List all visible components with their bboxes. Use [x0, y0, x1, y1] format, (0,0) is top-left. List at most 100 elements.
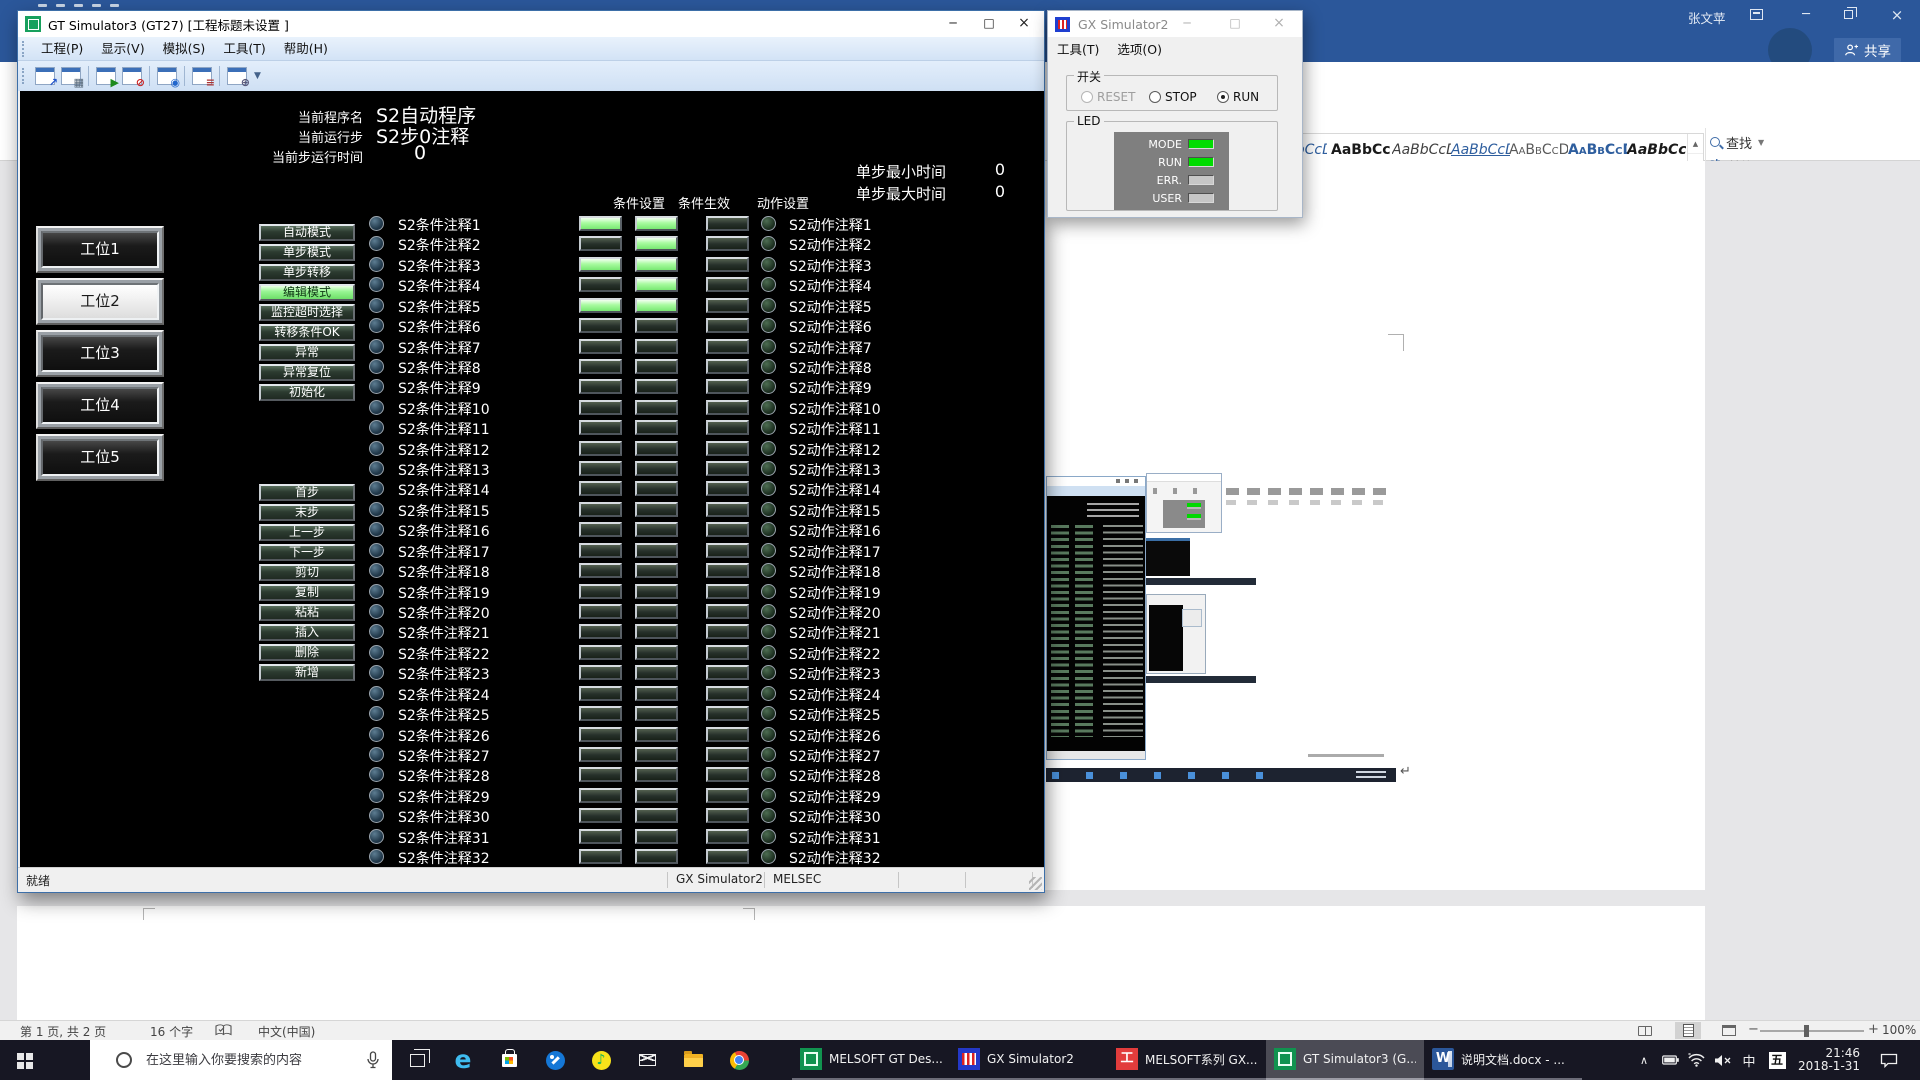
taskbar-file-explorer-button[interactable] — [670, 1040, 716, 1080]
toolbar-overflow-icon[interactable]: ▼ — [254, 71, 261, 81]
document-page-2[interactable] — [17, 906, 1705, 1020]
resize-grip[interactable] — [1029, 877, 1042, 890]
gt-stop-simulation-icon[interactable]: ⊘ — [122, 67, 142, 85]
gt-start-simulation-icon[interactable]: ▶ — [96, 67, 116, 85]
gx-title-bar[interactable]: GX Simulator2 ─ □ × — [1048, 11, 1302, 37]
switch-radio-run[interactable]: RUN — [1217, 90, 1259, 104]
taskbar-app-melsoft-gt-designer[interactable]: MELSOFT GT Des... — [792, 1040, 950, 1080]
taskbar-mail-button[interactable] — [624, 1040, 670, 1080]
gx-close-button[interactable]: × — [1264, 11, 1294, 36]
taskbar-chrome-browser-button[interactable] — [716, 1040, 762, 1080]
gt-title-bar[interactable]: GT Simulator3 (GT27) [工程标题未设置 ] ─ □ × — [18, 11, 1044, 37]
quick-access-toolbar[interactable] — [38, 4, 47, 7]
gt-option-icon[interactable]: ⊕ — [227, 67, 247, 85]
gt-save-project-icon[interactable]: ▦ — [61, 67, 81, 85]
condition-comment-label: S2条件注释21 — [398, 623, 490, 643]
share-button[interactable]: 共享 — [1834, 38, 1901, 62]
gt-menu-simulate[interactable]: 模拟(S) — [154, 39, 215, 59]
volume-muted-icon[interactable] — [1710, 1040, 1734, 1080]
embedded-screenshot-image[interactable] — [1046, 468, 1396, 782]
taskbar-app-melsoft-gx-works[interactable]: 工MELSOFT系列 GX... — [1108, 1040, 1266, 1080]
gx-minimize-button[interactable]: ─ — [1172, 11, 1202, 36]
comment-row: S2条件注释16S2动作注释16 — [20, 520, 1044, 540]
ribbon-display-options-icon[interactable] — [1750, 9, 1763, 20]
word-restore-button[interactable] — [1844, 10, 1853, 19]
wifi-icon[interactable]: * — [1684, 1040, 1708, 1080]
quick-access-item[interactable] — [110, 4, 119, 7]
web-layout-button[interactable] — [1716, 1022, 1742, 1039]
taskbar-qq-music-button[interactable]: ♪ — [578, 1040, 624, 1080]
taskbar: e ♪ MELSOFT GT Des...GX Simulator2工MELSOF… — [0, 1040, 1920, 1080]
gx-maximize-button[interactable]: □ — [1220, 11, 1250, 36]
condition-active-indicator — [635, 808, 678, 823]
read-mode-button[interactable] — [1632, 1022, 1658, 1039]
find-button[interactable]: 查找 ▼ — [1710, 132, 1800, 152]
language-indicator[interactable]: 中文(中国) — [258, 1023, 315, 1040]
gt-device-monitor-icon[interactable]: ≡ — [192, 67, 212, 85]
zoom-slider-thumb[interactable] — [1804, 1025, 1809, 1037]
toolbar-grip — [22, 68, 27, 84]
zoom-in-button[interactable]: + — [1868, 1022, 1879, 1037]
microphone-icon[interactable] — [366, 1051, 380, 1069]
action-lamp-icon — [761, 727, 776, 742]
taskbar-app-gt-simulator3[interactable]: GT Simulator3 (G... — [1266, 1040, 1424, 1080]
taskbar-app-label: MELSOFT系列 GX... — [1145, 1051, 1257, 1068]
taskbar-app-gx-simulator2[interactable]: GX Simulator2 — [950, 1040, 1108, 1080]
quick-access-item[interactable] — [56, 4, 65, 7]
gt-menu-tools[interactable]: 工具(T) — [214, 39, 274, 59]
gt-menu-display[interactable]: 显示(V) — [92, 39, 153, 59]
taskbar-app-word-document[interactable]: W说明文档.docx - ... — [1424, 1040, 1582, 1080]
gt-maximize-button[interactable]: □ — [972, 11, 1006, 36]
taskbar-task-view-button[interactable] — [394, 1040, 440, 1080]
condition-active-indicator — [635, 563, 678, 578]
taskbar-microsoft-store-button[interactable] — [486, 1040, 532, 1080]
action-center-icon[interactable] — [1874, 1040, 1904, 1080]
gx-menu-tools[interactable]: 工具(T) — [1048, 39, 1108, 58]
style-sample: AaBbCcD. — [1451, 137, 1510, 163]
switch-radio-stop[interactable]: STOP — [1149, 90, 1197, 104]
condition-lamp-icon — [369, 788, 384, 803]
zoom-level[interactable]: 100% — [1882, 1023, 1916, 1037]
gt-toolbar-badge-icon: ◉ — [170, 76, 180, 89]
taskbar-blue-utility-button[interactable] — [532, 1040, 578, 1080]
zoom-slider[interactable] — [1760, 1030, 1864, 1032]
taskbar-edge-browser-button[interactable]: e — [440, 1040, 486, 1080]
gt-menu-help[interactable]: 帮助(H) — [275, 39, 337, 59]
tray-overflow-chevron-icon[interactable]: ∧ — [1633, 1040, 1655, 1080]
ime-language-indicator[interactable]: 中 — [1738, 1040, 1760, 1080]
condition-active-indicator — [635, 543, 678, 558]
search-input[interactable] — [146, 1053, 366, 1068]
signed-in-user[interactable]: 张文苹 — [1688, 8, 1726, 27]
clock[interactable]: 21:462018-1-31 — [1796, 1040, 1862, 1080]
print-layout-button[interactable] — [1675, 1022, 1701, 1039]
gt-menu-project[interactable]: 工程(P) — [32, 39, 92, 59]
gallery-scroll-up-icon[interactable]: ▲ — [1688, 134, 1703, 154]
action-comment-label: S2动作注释17 — [789, 542, 881, 562]
condition-active-indicator — [635, 584, 678, 599]
led-indicator — [1188, 157, 1214, 167]
gt-minimize-button[interactable]: ─ — [936, 11, 970, 36]
word-close-button[interactable]: × — [1877, 0, 1917, 30]
condition-lamp-icon — [369, 461, 384, 476]
quick-access-item[interactable] — [92, 4, 101, 7]
gt-snapshot-icon[interactable]: ◉ — [157, 67, 177, 85]
taskbar-search[interactable] — [90, 1040, 392, 1080]
chrome-browser-icon — [730, 1051, 749, 1070]
page-indicator[interactable]: 第 1 页, 共 2 页 — [20, 1023, 106, 1040]
word-minimize-button[interactable]: ─ — [1786, 0, 1826, 30]
gx-menu-options[interactable]: 选项(O) — [1108, 39, 1171, 58]
comment-row: S2条件注释24S2动作注释24 — [20, 684, 1044, 704]
proofing-icon[interactable] — [215, 1024, 232, 1037]
condition-lamp-icon — [369, 400, 384, 415]
switch-radio-reset[interactable]: RESET — [1081, 90, 1135, 104]
action-comment-label: S2动作注释27 — [789, 746, 881, 766]
zoom-out-button[interactable]: − — [1748, 1022, 1759, 1037]
quick-access-item[interactable] — [74, 4, 83, 7]
ime-mode-indicator[interactable]: 五 — [1766, 1040, 1788, 1080]
condition-comment-label: S2条件注释28 — [398, 766, 490, 786]
word-count[interactable]: 16 个字 — [150, 1023, 193, 1040]
battery-icon[interactable] — [1658, 1040, 1682, 1080]
gt-open-project-icon[interactable]: ↗ — [35, 67, 55, 85]
gt-close-button[interactable]: × — [1007, 11, 1041, 36]
start-button[interactable] — [0, 1040, 48, 1080]
